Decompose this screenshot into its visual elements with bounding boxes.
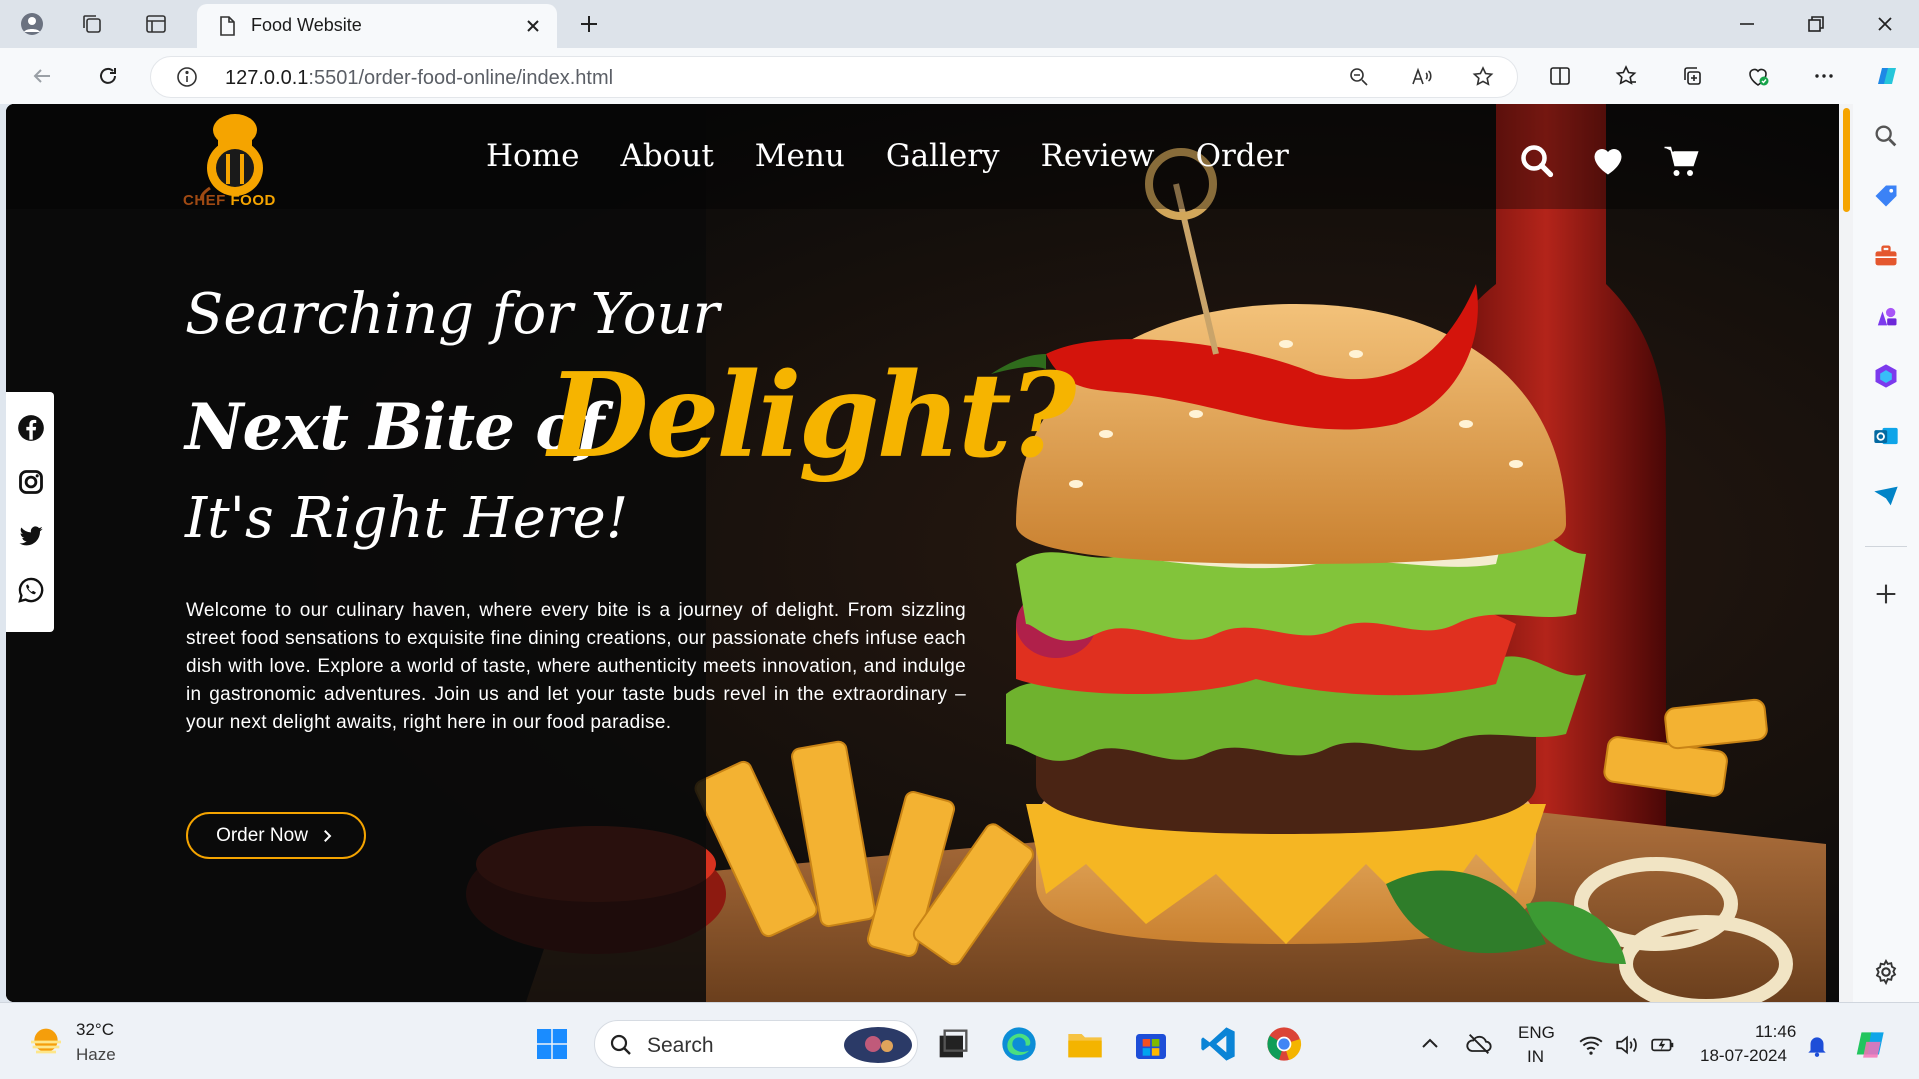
nav-gallery[interactable]: Gallery bbox=[886, 138, 1000, 174]
new-tab-icon[interactable] bbox=[575, 10, 603, 38]
nav-review[interactable]: Review bbox=[1041, 138, 1155, 174]
restore-icon[interactable] bbox=[1802, 10, 1830, 38]
browser-tab-bar: Food Website bbox=[0, 0, 1919, 48]
url-path: :5501/order-food-online/index.html bbox=[308, 67, 614, 89]
heart-icon[interactable] bbox=[1590, 143, 1626, 179]
browser-essentials-icon[interactable] bbox=[1744, 62, 1772, 90]
back-icon[interactable] bbox=[28, 62, 56, 90]
tab-title: Food Website bbox=[251, 15, 362, 35]
tools-icon[interactable] bbox=[1872, 242, 1900, 270]
logo-text: CHEF FOOD bbox=[183, 192, 276, 209]
games-icon[interactable] bbox=[1872, 302, 1900, 330]
file-explorer-icon[interactable] bbox=[1065, 1024, 1105, 1064]
clock-time[interactable]: 11:46 bbox=[1755, 1022, 1796, 1042]
collections-icon[interactable] bbox=[1678, 62, 1706, 90]
weather-description[interactable]: Haze bbox=[76, 1045, 116, 1065]
weather-haze-icon[interactable] bbox=[26, 1022, 66, 1062]
hero-line-1: Searching for Your bbox=[185, 282, 720, 347]
refresh-icon[interactable] bbox=[94, 62, 122, 90]
weather-temperature[interactable]: 32°C bbox=[76, 1020, 114, 1040]
sidebar-search-icon[interactable] bbox=[1872, 122, 1900, 150]
page-scrollbar[interactable] bbox=[1839, 104, 1853, 1002]
hero-description: Welcome to our culinary haven, where eve… bbox=[186, 600, 966, 733]
favorites-icon[interactable] bbox=[1612, 62, 1640, 90]
cart-icon[interactable] bbox=[1663, 143, 1699, 179]
vscode-icon[interactable] bbox=[1198, 1024, 1238, 1064]
clock-date[interactable]: 18-07-2024 bbox=[1700, 1046, 1787, 1066]
page-icon bbox=[213, 12, 241, 40]
site-info-icon[interactable] bbox=[173, 63, 201, 91]
chevron-right-icon bbox=[323, 829, 332, 842]
scrollbar-thumb[interactable] bbox=[1843, 108, 1850, 212]
outlook-icon[interactable] bbox=[1872, 422, 1900, 450]
notification-bell-icon[interactable] bbox=[1804, 1032, 1830, 1058]
search-highlight-icon bbox=[844, 1027, 912, 1063]
language-indicator-line2[interactable]: IN bbox=[1527, 1047, 1544, 1067]
nav-about[interactable]: About bbox=[620, 138, 713, 174]
windows-start-icon[interactable] bbox=[534, 1026, 570, 1062]
shopping-icon[interactable] bbox=[1872, 182, 1900, 210]
drop-icon[interactable] bbox=[1872, 482, 1900, 510]
copilot-icon[interactable] bbox=[1871, 60, 1903, 92]
battery-charging-icon[interactable] bbox=[1650, 1032, 1676, 1058]
wifi-icon[interactable] bbox=[1578, 1032, 1604, 1058]
microsoft-365-icon[interactable] bbox=[1872, 362, 1900, 390]
logo-text-food: FOOD bbox=[225, 192, 276, 209]
search-icon[interactable] bbox=[1519, 143, 1555, 179]
task-view-icon[interactable] bbox=[933, 1024, 973, 1064]
minimize-icon[interactable] bbox=[1733, 10, 1761, 38]
instagram-icon[interactable] bbox=[17, 468, 45, 496]
hero-line-2: Next Bite of bbox=[185, 390, 604, 465]
whatsapp-icon[interactable] bbox=[17, 576, 45, 604]
onedrive-icon[interactable] bbox=[1465, 1030, 1493, 1058]
nav-home[interactable]: Home bbox=[486, 138, 579, 174]
logo-text-chef: CHEF bbox=[183, 192, 226, 209]
add-favorite-icon[interactable] bbox=[1469, 63, 1497, 91]
order-now-button[interactable]: Order Now bbox=[186, 812, 366, 859]
close-tab-icon[interactable] bbox=[519, 12, 547, 40]
tab-actions-icon[interactable] bbox=[142, 10, 170, 38]
hero-accent-word: Delight? bbox=[548, 348, 1077, 484]
edge-browser-icon[interactable] bbox=[999, 1024, 1039, 1064]
split-screen-icon[interactable] bbox=[1546, 62, 1574, 90]
edge-sidebar bbox=[1853, 104, 1919, 1002]
copilot-taskbar-icon[interactable] bbox=[1852, 1026, 1890, 1064]
taskbar-search[interactable]: Search bbox=[594, 1020, 918, 1068]
nav-order[interactable]: Order bbox=[1196, 138, 1289, 174]
zoom-icon[interactable] bbox=[1345, 63, 1373, 91]
read-aloud-icon[interactable] bbox=[1407, 63, 1435, 91]
url-host: 127.0.0.1 bbox=[225, 67, 309, 89]
order-now-label: Order Now bbox=[216, 824, 308, 846]
main-nav: Home About Menu Gallery Review Order bbox=[486, 138, 1330, 174]
add-sidebar-app-icon[interactable] bbox=[1872, 580, 1900, 608]
microsoft-store-icon[interactable] bbox=[1131, 1024, 1171, 1064]
settings-icon[interactable] bbox=[1872, 958, 1900, 986]
browser-tab[interactable]: Food Website bbox=[197, 4, 557, 48]
nav-menu[interactable]: Menu bbox=[755, 138, 845, 174]
taskbar-search-icon bbox=[610, 1034, 631, 1055]
workspaces-icon[interactable] bbox=[78, 10, 106, 38]
page-viewport bbox=[6, 104, 1839, 1002]
twitter-icon[interactable] bbox=[17, 522, 45, 550]
hero-line-3: It's Right Here! bbox=[185, 486, 629, 551]
address-bar[interactable]: 127.0.0.1:5501/order-food-online/index.h… bbox=[150, 56, 1518, 98]
more-options-icon[interactable] bbox=[1810, 62, 1838, 90]
chrome-icon[interactable] bbox=[1264, 1024, 1304, 1064]
social-links bbox=[6, 392, 54, 632]
chevron-up-icon[interactable] bbox=[1418, 1032, 1442, 1056]
burger-hero-image bbox=[6, 104, 1839, 1002]
url-text[interactable]: 127.0.0.1:5501/order-food-online/index.h… bbox=[225, 67, 613, 90]
close-window-icon[interactable] bbox=[1871, 10, 1899, 38]
sidebar-divider bbox=[1865, 546, 1907, 547]
volume-icon[interactable] bbox=[1614, 1032, 1640, 1058]
facebook-icon[interactable] bbox=[17, 414, 45, 442]
profile-icon[interactable] bbox=[18, 10, 46, 38]
taskbar-search-label: Search bbox=[647, 1034, 714, 1057]
language-indicator-line1[interactable]: ENG bbox=[1518, 1023, 1555, 1043]
